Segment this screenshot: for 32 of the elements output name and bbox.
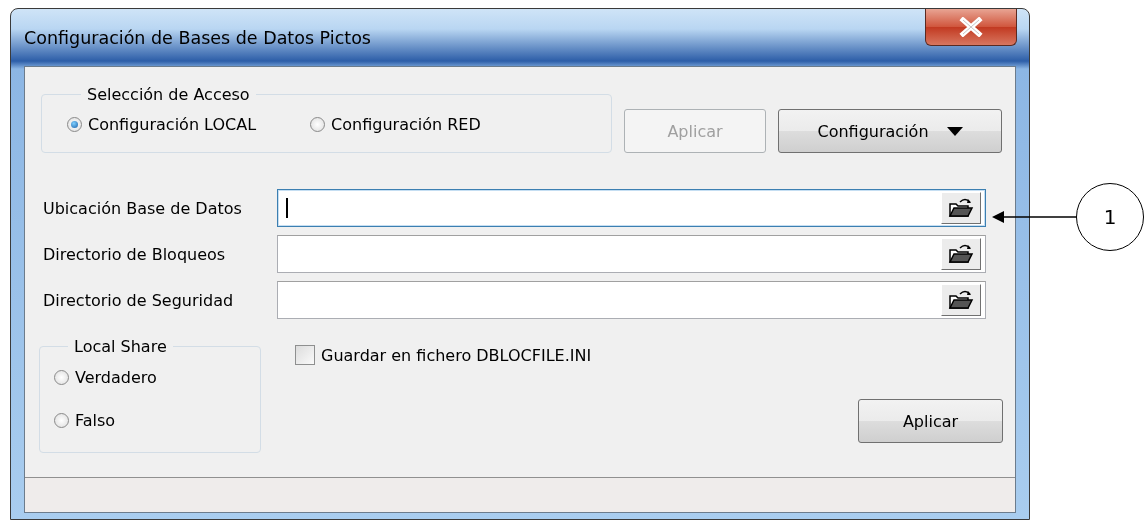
checkbox[interactable] [295, 345, 315, 365]
caret-icon [946, 126, 963, 136]
browse-button[interactable] [941, 284, 981, 316]
radio-button[interactable] [67, 116, 82, 132]
browse-button[interactable] [941, 238, 981, 270]
window-title: Configuración de Bases de Datos Pictos [24, 28, 371, 48]
field-label: Ubicación Base de Datos [42, 198, 243, 218]
path-field[interactable] [277, 281, 986, 319]
text-cursor [286, 198, 288, 218]
folder-icon [948, 242, 974, 266]
close-button[interactable] [925, 9, 1017, 46]
radio-button[interactable] [54, 370, 69, 385]
browse-button[interactable] [941, 192, 981, 224]
group-title: Selección de Acceso [86, 85, 251, 104]
field-label: Directorio de Bloqueos [42, 244, 227, 264]
radio-button[interactable] [54, 413, 69, 428]
option-label: Configuración RED [331, 114, 481, 134]
apply-button[interactable]: Aplicar [858, 399, 1003, 443]
field-label: Directorio de Seguridad [42, 290, 235, 310]
option-label: Guardar en fichero DBLOCFILE.INI [321, 345, 592, 365]
dropdown-button[interactable]: Configuración [778, 109, 1002, 153]
group-title: Local Share [73, 337, 168, 356]
folder-icon [948, 288, 974, 312]
path-field[interactable] [277, 235, 986, 273]
close-icon [959, 17, 983, 37]
path-field[interactable] [277, 189, 986, 227]
option-label: Configuración LOCAL [88, 114, 257, 134]
folder-icon [948, 196, 974, 220]
radio-button[interactable] [310, 116, 326, 132]
option-label: Verdadero [75, 368, 157, 387]
callout-number: 1 [1076, 183, 1144, 251]
option-label: Falso [75, 411, 116, 430]
